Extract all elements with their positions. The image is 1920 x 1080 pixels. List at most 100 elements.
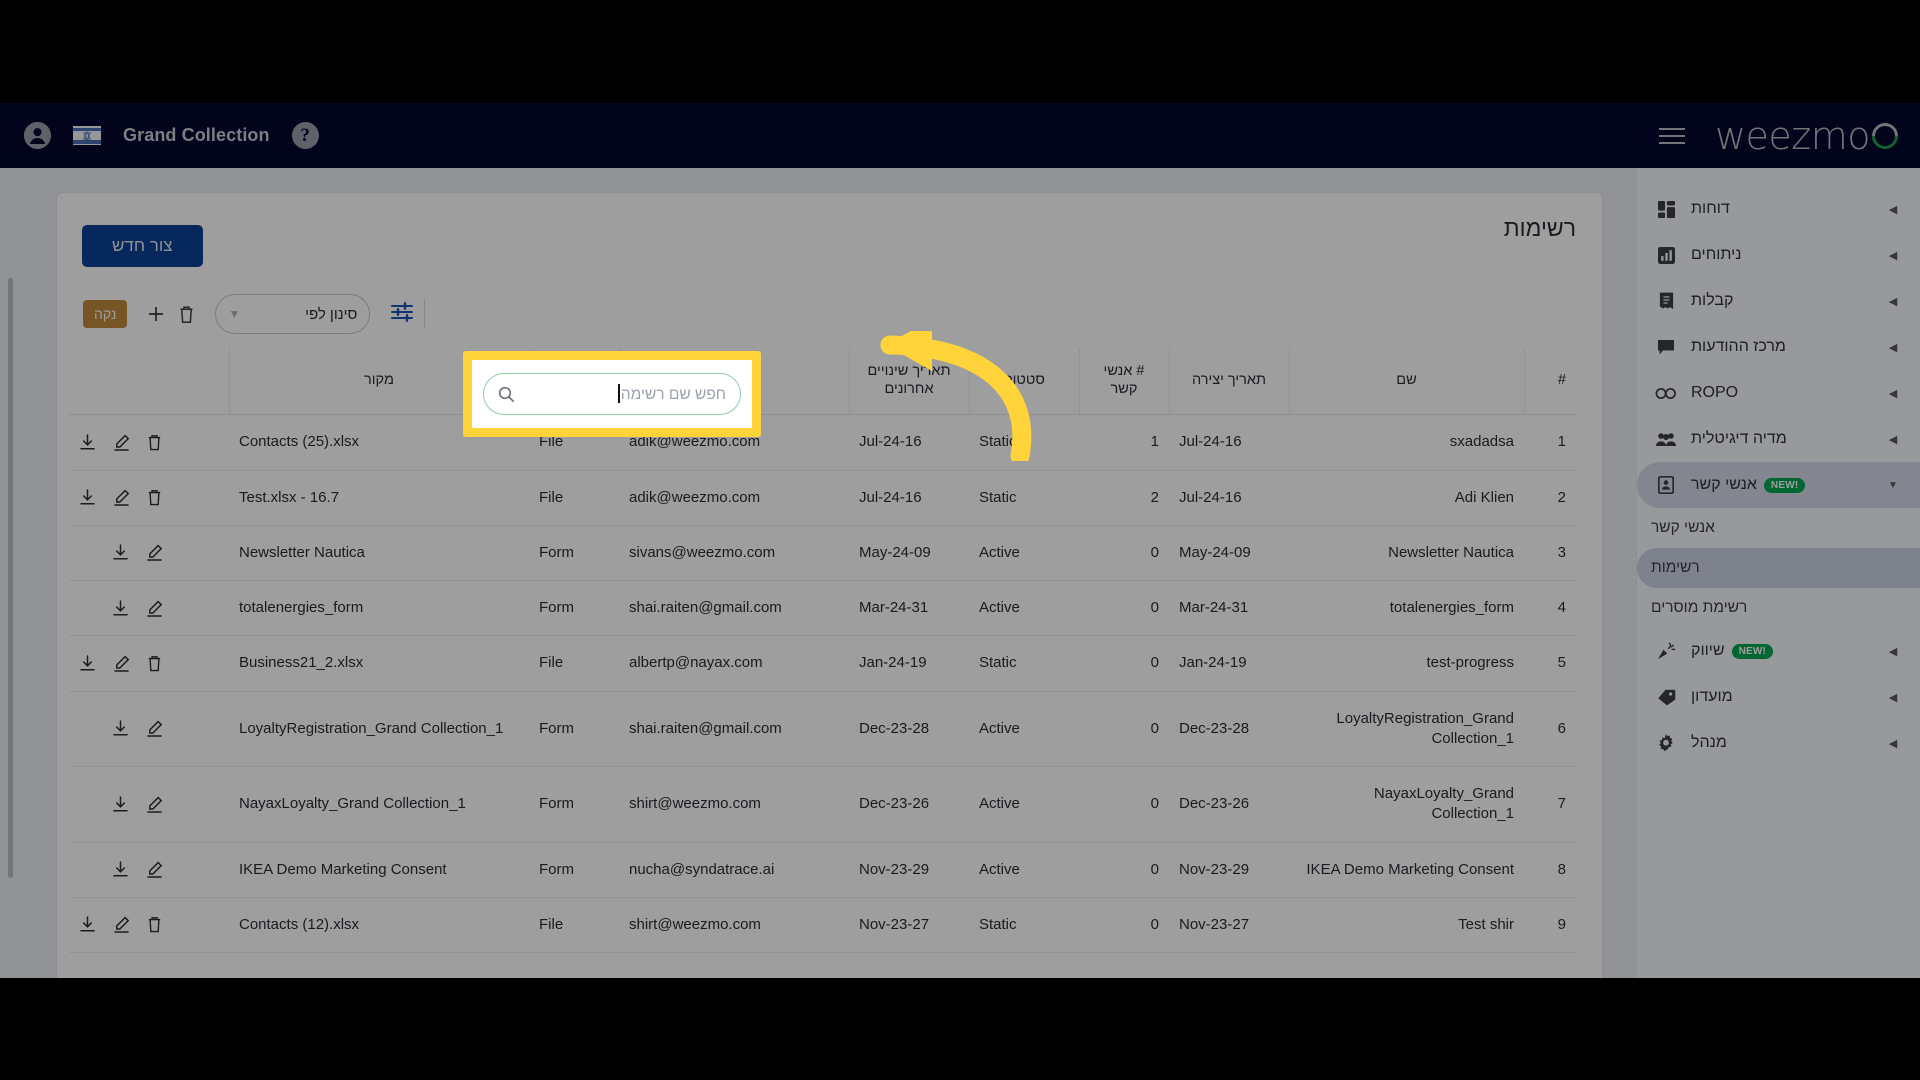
new-badge: NEW!: [1763, 477, 1806, 493]
filter-by-label: סינון לפי: [305, 305, 358, 323]
edit-icon[interactable]: [113, 916, 130, 934]
sidebar-subitem-submitters-list[interactable]: רשימת מוסרים: [1637, 588, 1920, 628]
sidebar-item-marketing[interactable]: ▶ NEW! שיווק: [1637, 628, 1920, 674]
cell-modified: Jul-24-16: [849, 470, 969, 526]
download-icon[interactable]: [112, 861, 129, 878]
th-contacts-count[interactable]: # אנשי קשר: [1078, 348, 1169, 416]
table-row[interactable]: 7 NayaxLoyalty_Grand Collection_1 Dec-23-2…: [69, 766, 1576, 843]
top-navigation-bar: Grand Collection ? weezmo: [0, 103, 1920, 168]
table-row[interactable]: 6 LoyaltyRegistration_Grand Collection_1 D…: [69, 691, 1576, 767]
trash-icon[interactable]: [147, 655, 162, 672]
search-input-wrapper[interactable]: חפש שם רשימה: [483, 373, 741, 415]
sidebar-item-receipts[interactable]: ▶ קבלות: [1637, 278, 1920, 324]
cell-creator: shirt@weezmo.com: [619, 766, 849, 843]
download-icon[interactable]: [79, 489, 96, 506]
edit-icon[interactable]: [146, 796, 163, 813]
download-icon[interactable]: [112, 796, 129, 813]
cell-index: 6: [1524, 691, 1576, 767]
cell-name: NayaxLoyalty_Grand Collection_1: [1289, 766, 1524, 843]
cell-creator: shirt@weezmo.com: [619, 897, 849, 954]
cell-source: Contacts (12).xlsx: [229, 897, 529, 954]
download-icon[interactable]: [79, 434, 96, 451]
table-row[interactable]: 3 Newsletter Nautica May-24-09 0 Active May-2…: [69, 525, 1576, 582]
sidebar-item-label: ניתוחים: [1691, 246, 1742, 263]
edit-icon[interactable]: [113, 655, 130, 672]
cell-contacts-count: 2: [1079, 470, 1169, 526]
scrollbar-thumb[interactable]: [8, 278, 13, 878]
sidebar-item-analytics[interactable]: ▶ ניתוחים: [1637, 232, 1920, 278]
plus-icon[interactable]: [141, 299, 171, 329]
sidebar-subitem-label: רשימת מוסרים: [1651, 599, 1748, 616]
edit-icon[interactable]: [146, 600, 163, 617]
sidebar-item-label: מועדון: [1691, 688, 1733, 705]
edit-icon[interactable]: [113, 489, 130, 506]
sliders-icon[interactable]: [390, 301, 414, 328]
edit-icon[interactable]: [146, 544, 163, 562]
sidebar-item-admin[interactable]: ▶ מנהל: [1637, 720, 1920, 766]
sidebar-item-reports[interactable]: ▶ דוחות: [1637, 186, 1920, 232]
th-name[interactable]: שם: [1288, 348, 1524, 416]
table-row[interactable]: 9 Test shir Nov-23-27 0 Static Nov-23-27 shirt…: [69, 897, 1576, 954]
trash-icon[interactable]: [147, 489, 162, 506]
gear-icon: [1651, 734, 1681, 752]
edit-icon[interactable]: [146, 720, 163, 737]
cell-name: Newsletter Nautica: [1289, 525, 1524, 582]
israel-flag-icon[interactable]: [73, 126, 101, 145]
download-icon[interactable]: [112, 599, 129, 617]
cell-actions: [69, 580, 229, 637]
th-created[interactable]: תאריך יצירה: [1168, 348, 1289, 416]
trash-icon[interactable]: [171, 299, 201, 329]
sidebar-item-digital-media[interactable]: ▶ מדיה דיגיטלית: [1637, 416, 1920, 462]
edit-icon[interactable]: [113, 434, 130, 451]
table-row[interactable]: 2 Adi Klien Jul-24-16 2 Static Jul-24-16 adik@…: [69, 470, 1576, 526]
cell-contacts-count: 0: [1079, 580, 1169, 637]
download-icon[interactable]: [112, 544, 129, 561]
sidebar-item-label: קבלות: [1691, 292, 1734, 309]
create-new-button[interactable]: צור חדש: [82, 225, 203, 267]
download-icon[interactable]: [79, 655, 96, 672]
cell-creator: sivans@weezmo.com: [619, 525, 849, 582]
sidebar-item-club[interactable]: ▶ מועדון: [1637, 674, 1920, 720]
sidebar-subitem-label: רשימות: [1651, 559, 1700, 576]
clear-button[interactable]: נקה: [83, 300, 128, 328]
table-fade-overlay: [57, 967, 1602, 978]
page-scrollbar[interactable]: [6, 168, 16, 978]
help-icon[interactable]: ?: [291, 122, 319, 149]
download-icon[interactable]: [79, 916, 96, 933]
search-input[interactable]: חפש שם רשימה: [515, 384, 726, 404]
cell-creator: shai.raiten@gmail.com: [619, 691, 849, 767]
trash-icon[interactable]: [147, 916, 162, 933]
text-caret: [618, 384, 620, 403]
account-avatar-icon[interactable]: [24, 122, 51, 149]
th-modified[interactable]: תאריך שינויים אחרונים: [848, 348, 969, 416]
cell-modified: Dec-23-28: [849, 691, 969, 767]
trash-icon[interactable]: [147, 434, 162, 451]
sidebar-item-label: אנשי קשר: [1691, 476, 1757, 493]
sidebar-item-message-center[interactable]: ▶ מרכז ההודעות: [1637, 324, 1920, 370]
chevron-right-icon: ▶: [1888, 737, 1898, 750]
toolbar-divider: [424, 299, 426, 329]
sidebar-subitem-lists[interactable]: רשימות: [1637, 548, 1920, 588]
sidebar-item-label: מרכז ההודעות: [1691, 338, 1786, 355]
sidebar-item-ropo[interactable]: ▶ ROPO: [1637, 370, 1920, 416]
table-row[interactable]: 4 totalenergies_form Mar-24-31 0 Active Mar-2…: [69, 580, 1576, 637]
cell-created: Nov-23-27: [1169, 897, 1289, 954]
cell-source-type: Form: [529, 691, 619, 767]
cell-modified: Jan-24-19: [849, 635, 969, 692]
sidebar-item-contacts[interactable]: ▼ NEW! אנשי קשר: [1637, 462, 1920, 508]
main-content-area: רשימות צור חדש נקה סינון לפי ▼ # שם תארי…: [0, 168, 1636, 978]
th-index[interactable]: #: [1523, 348, 1576, 416]
table-row[interactable]: 1 sxadadsa Jul-24-16 1 Static Jul-24-16 adik@w…: [69, 414, 1576, 471]
sidebar-subitem-contacts[interactable]: אנשי קשר: [1637, 508, 1920, 548]
chevron-right-icon: ▶: [1888, 387, 1898, 400]
sidebar-subitem-label: אנשי קשר: [1651, 519, 1715, 536]
cell-source-type: File: [529, 635, 619, 692]
page-title: רשימות: [1503, 215, 1576, 241]
table-row[interactable]: 8 IKEA Demo Marketing Consent Nov-23-29 0 Ac…: [69, 842, 1576, 898]
download-icon[interactable]: [112, 720, 129, 737]
table-row[interactable]: 5 test-progress Jan-24-19 0 Static Jan-24-19 a…: [69, 635, 1576, 692]
edit-icon[interactable]: [146, 861, 163, 878]
th-status[interactable]: סטטוס: [968, 348, 1079, 416]
filter-by-dropdown[interactable]: סינון לפי ▼: [215, 294, 371, 334]
hamburger-menu-icon[interactable]: [1658, 127, 1685, 144]
